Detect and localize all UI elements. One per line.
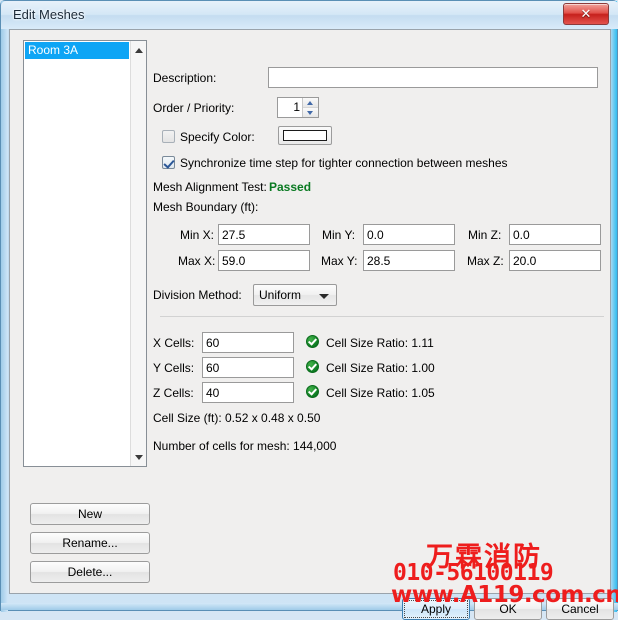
min-y-label: Min Y: <box>322 228 356 242</box>
y-cells-label: Y Cells: <box>153 361 195 375</box>
max-x-input[interactable] <box>218 250 310 271</box>
mesh-boundary-label: Mesh Boundary (ft): <box>153 200 259 214</box>
dialog-window: Edit Meshes ✕ Room 3A New Rename... Dele… <box>0 0 618 620</box>
min-y-input[interactable] <box>363 224 455 245</box>
z-cells-status-ok-icon <box>306 385 319 398</box>
order-priority-stepper[interactable]: 1 <box>277 97 319 118</box>
mesh-alignment-label: Mesh Alignment Test: <box>153 180 267 194</box>
close-button[interactable]: ✕ <box>563 3 609 25</box>
description-input[interactable] <box>268 67 598 88</box>
new-button[interactable]: New <box>30 503 150 525</box>
number-of-cells-summary: Number of cells for mesh: 144,000 <box>153 439 337 453</box>
z-cells-label: Z Cells: <box>153 386 194 400</box>
min-z-label: Min Z: <box>468 228 502 242</box>
z-cells-input[interactable] <box>202 382 294 403</box>
max-z-label: Max Z: <box>467 254 504 268</box>
delete-button[interactable]: Delete... <box>30 561 150 583</box>
division-method-label: Division Method: <box>153 288 242 302</box>
z-cell-size-ratio: Cell Size Ratio: 1.05 <box>326 386 435 400</box>
min-x-input[interactable] <box>218 224 310 245</box>
order-priority-label: Order / Priority: <box>153 101 235 115</box>
rename-button[interactable]: Rename... <box>30 532 150 554</box>
max-y-input[interactable] <box>363 250 455 271</box>
focus-ring <box>404 600 468 618</box>
cancel-button[interactable]: Cancel <box>546 598 614 620</box>
y-cells-input[interactable] <box>202 357 294 378</box>
min-x-label: Min X: <box>180 228 215 242</box>
max-y-label: Max Y: <box>321 254 358 268</box>
max-x-label: Max X: <box>178 254 216 268</box>
division-method-value: Uniform <box>259 288 302 302</box>
listbox-scrollbar[interactable] <box>130 41 146 466</box>
x-cell-size-ratio: Cell Size Ratio: 1.11 <box>326 336 434 350</box>
y-cells-status-ok-icon <box>306 360 319 373</box>
x-cells-input[interactable] <box>202 332 294 353</box>
color-picker-button[interactable] <box>278 126 332 145</box>
synchronize-timestep-checkbox[interactable] <box>162 156 175 169</box>
dialog-client-area: Room 3A New Rename... Delete... Descript… <box>9 29 614 620</box>
stepper-buttons[interactable] <box>302 98 318 117</box>
stepper-up-icon[interactable] <box>303 98 318 108</box>
division-method-dropdown[interactable]: Uniform <box>253 284 337 306</box>
scroll-up-icon[interactable] <box>131 42 147 58</box>
min-z-input[interactable] <box>509 224 601 245</box>
x-cells-label: X Cells: <box>153 336 195 350</box>
close-icon: ✕ <box>580 6 592 21</box>
y-cell-size-ratio: Cell Size Ratio: 1.00 <box>326 361 435 375</box>
window-edge-left <box>1 1 8 612</box>
window-title: Edit Meshes <box>13 7 85 22</box>
title-bar[interactable]: Edit Meshes ✕ <box>1 1 618 29</box>
x-cells-status-ok-icon <box>306 335 319 348</box>
description-label: Description: <box>153 71 217 85</box>
specify-color-label: Specify Color: <box>180 130 255 144</box>
specify-color-checkbox[interactable] <box>162 130 175 143</box>
mesh-alignment-value: Passed <box>269 180 312 194</box>
apply-button[interactable]: Apply <box>402 598 470 620</box>
synchronize-timestep-label: Synchronize time step for tighter connec… <box>180 156 508 170</box>
list-item[interactable]: Room 3A <box>25 42 129 59</box>
cell-size-summary: Cell Size (ft): 0.52 x 0.48 x 0.50 <box>153 411 321 425</box>
order-priority-value: 1 <box>293 100 300 114</box>
section-divider <box>160 316 604 317</box>
mesh-listbox[interactable]: Room 3A <box>23 40 147 467</box>
max-z-input[interactable] <box>509 250 601 271</box>
scroll-down-icon[interactable] <box>131 449 147 465</box>
chevron-down-icon <box>319 294 329 299</box>
color-swatch <box>283 130 327 141</box>
window-edge-right <box>610 1 617 612</box>
ok-button[interactable]: OK <box>474 598 542 620</box>
stepper-down-icon[interactable] <box>303 108 318 117</box>
